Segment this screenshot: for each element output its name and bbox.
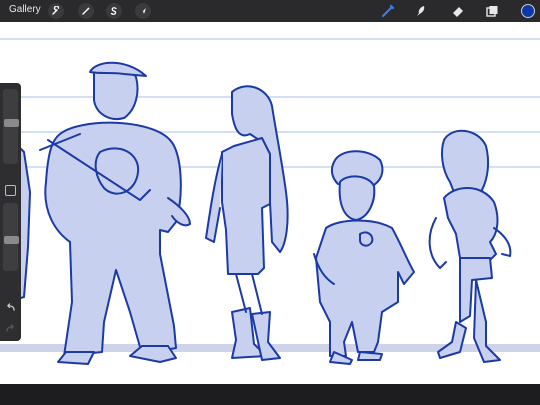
opacity-slider[interactable] <box>3 203 19 271</box>
side-toolbar <box>0 83 21 341</box>
adjustments-button[interactable] <box>78 3 94 19</box>
brush-size-slider[interactable] <box>3 89 19 164</box>
smudge-tool-button[interactable] <box>413 3 429 19</box>
opacity-thumb[interactable] <box>4 236 19 244</box>
redo-button[interactable] <box>4 322 17 334</box>
color-picker-swatch[interactable] <box>521 4 535 18</box>
transform-button[interactable] <box>135 3 151 19</box>
character-long-hair-woman <box>205 85 289 361</box>
sketch-artwork <box>0 38 540 365</box>
magic-wand-icon <box>82 7 90 15</box>
actions-wrench-button[interactable] <box>48 3 64 19</box>
layers-button[interactable] <box>484 3 500 19</box>
character-pompadour-boy <box>313 150 415 365</box>
smudge-icon <box>417 6 425 16</box>
drawing-canvas[interactable] <box>0 22 540 384</box>
modify-button[interactable] <box>5 185 16 196</box>
undo-arrow-icon <box>7 302 15 311</box>
arrow-cursor-icon <box>140 8 146 14</box>
selection-s-icon <box>110 7 117 15</box>
brush-icon <box>382 4 395 17</box>
selection-button[interactable] <box>106 3 122 19</box>
character-large-man <box>39 61 191 365</box>
wrench-icon <box>52 6 60 15</box>
brush-tool-button[interactable] <box>380 3 396 19</box>
top-toolbar: Gallery <box>0 0 540 22</box>
redo-arrow-icon <box>6 323 14 332</box>
character-girl-earrings <box>428 130 512 363</box>
undo-button[interactable] <box>4 301 17 313</box>
gallery-button[interactable]: Gallery <box>9 4 41 15</box>
eraser-tool-button[interactable] <box>450 3 466 19</box>
eraser-icon <box>453 7 463 17</box>
layers-icon <box>486 6 498 17</box>
brush-size-thumb[interactable] <box>4 119 19 127</box>
bottom-bar <box>0 384 540 405</box>
